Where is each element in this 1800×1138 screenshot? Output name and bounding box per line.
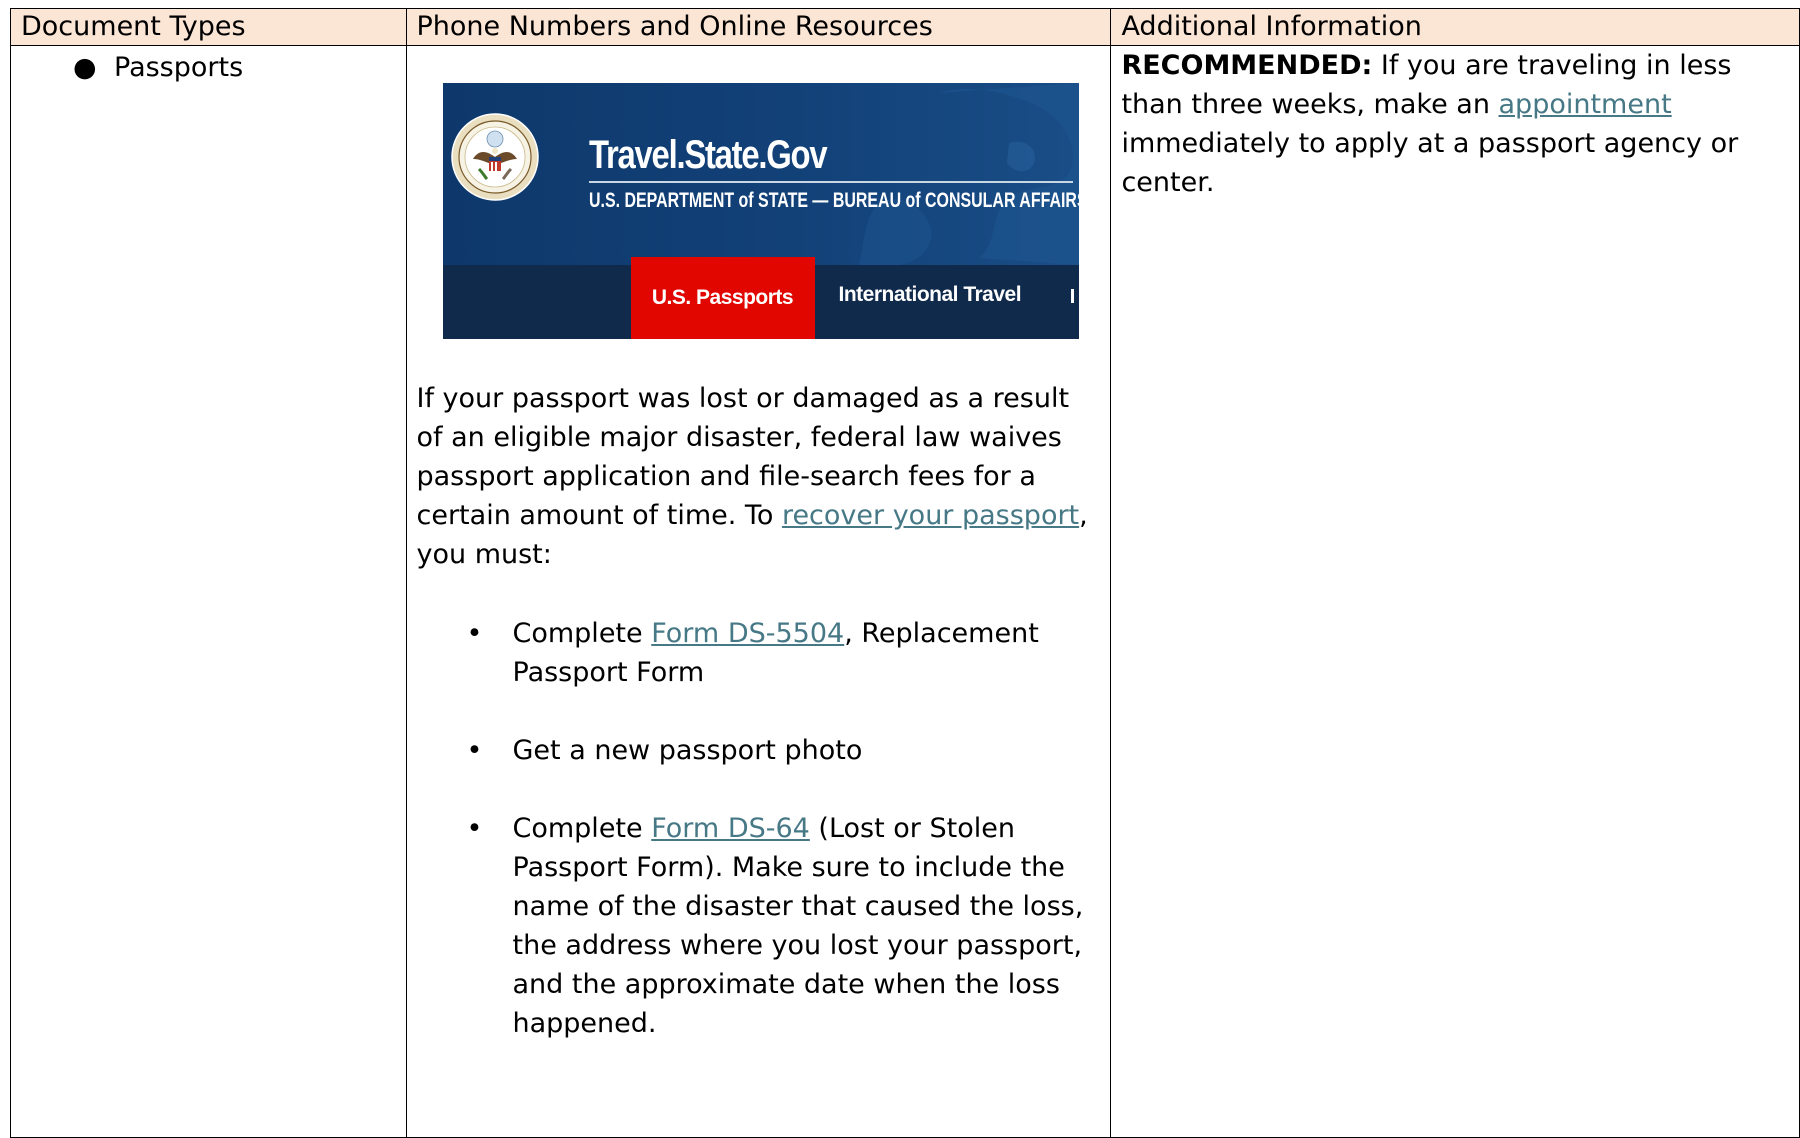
table-row: ● Passports Travel.State.Gov U.S. DEPART… bbox=[10, 45, 1800, 1138]
bullet-icon: ● bbox=[73, 52, 97, 83]
form-ds-5504-link[interactable]: Form DS-5504 bbox=[651, 618, 844, 649]
step-text: Complete bbox=[512, 813, 652, 844]
cell-resources: Travel.State.Gov U.S. DEPARTMENT of STAT… bbox=[405, 45, 1112, 1138]
cell-document-type: ● Passports bbox=[10, 45, 407, 1138]
nav-tab-partial bbox=[1070, 289, 1074, 303]
list-item: • Complete Form DS-64 (Lost or Stolen Pa… bbox=[417, 809, 1101, 1043]
header-additional-information: Additional Information bbox=[1110, 8, 1800, 46]
step-text: Complete bbox=[512, 618, 652, 649]
table-header-row: Document Types Phone Numbers and Online … bbox=[10, 8, 1800, 46]
passport-recovery-paragraph: If your passport was lost or damaged as … bbox=[417, 379, 1101, 574]
cell-additional-information: RECOMMENDED: If you are traveling in les… bbox=[1110, 45, 1800, 1138]
bullet-icon: • bbox=[466, 735, 483, 766]
nav-tab-international-travel: International Travel bbox=[838, 283, 1022, 306]
world-map-icon bbox=[858, 83, 1079, 265]
nav-tab-us-passports: U.S. Passports bbox=[630, 257, 815, 339]
banner-nav-bar: U.S. Passports International Travel bbox=[442, 257, 1079, 339]
banner-title: Travel.State.Gov bbox=[588, 133, 828, 177]
recommended-text-end: immediately to apply at a passport agenc… bbox=[1121, 128, 1739, 198]
recover-passport-link[interactable]: recover your passport bbox=[782, 500, 1079, 531]
state-department-seal-icon bbox=[450, 113, 539, 201]
banner-divider bbox=[588, 181, 1073, 183]
list-item: ● Passports bbox=[21, 48, 396, 87]
step-text-end: (Lost or Stolen Passport Form). Make sur… bbox=[512, 813, 1084, 1039]
travel-state-gov-banner: Travel.State.Gov U.S. DEPARTMENT of STAT… bbox=[442, 83, 1079, 339]
recommended-label: RECOMMENDED: bbox=[1121, 50, 1373, 81]
document-type-passports: Passports bbox=[114, 52, 244, 83]
list-item: • Complete Form DS-5504, Replacement Pas… bbox=[417, 614, 1101, 692]
recovery-steps-list: • Complete Form DS-5504, Replacement Pas… bbox=[417, 614, 1101, 1043]
header-phone-numbers-resources: Phone Numbers and Online Resources bbox=[405, 8, 1112, 46]
form-ds-64-link[interactable]: Form DS-64 bbox=[651, 813, 810, 844]
header-document-types: Document Types bbox=[10, 8, 407, 46]
recommended-note: RECOMMENDED: If you are traveling in les… bbox=[1121, 46, 1789, 202]
list-item: • Get a new passport photo bbox=[417, 731, 1101, 770]
banner-subtitle: U.S. DEPARTMENT of STATE — BUREAU of CON… bbox=[588, 189, 1079, 212]
document-types-table: Document Types Phone Numbers and Online … bbox=[10, 8, 1800, 1138]
step-text: Get a new passport photo bbox=[512, 735, 863, 766]
appointment-link[interactable]: appointment bbox=[1499, 89, 1672, 120]
bullet-icon: • bbox=[466, 618, 483, 649]
bullet-icon: • bbox=[466, 813, 483, 844]
document-type-list: ● Passports bbox=[21, 48, 396, 87]
